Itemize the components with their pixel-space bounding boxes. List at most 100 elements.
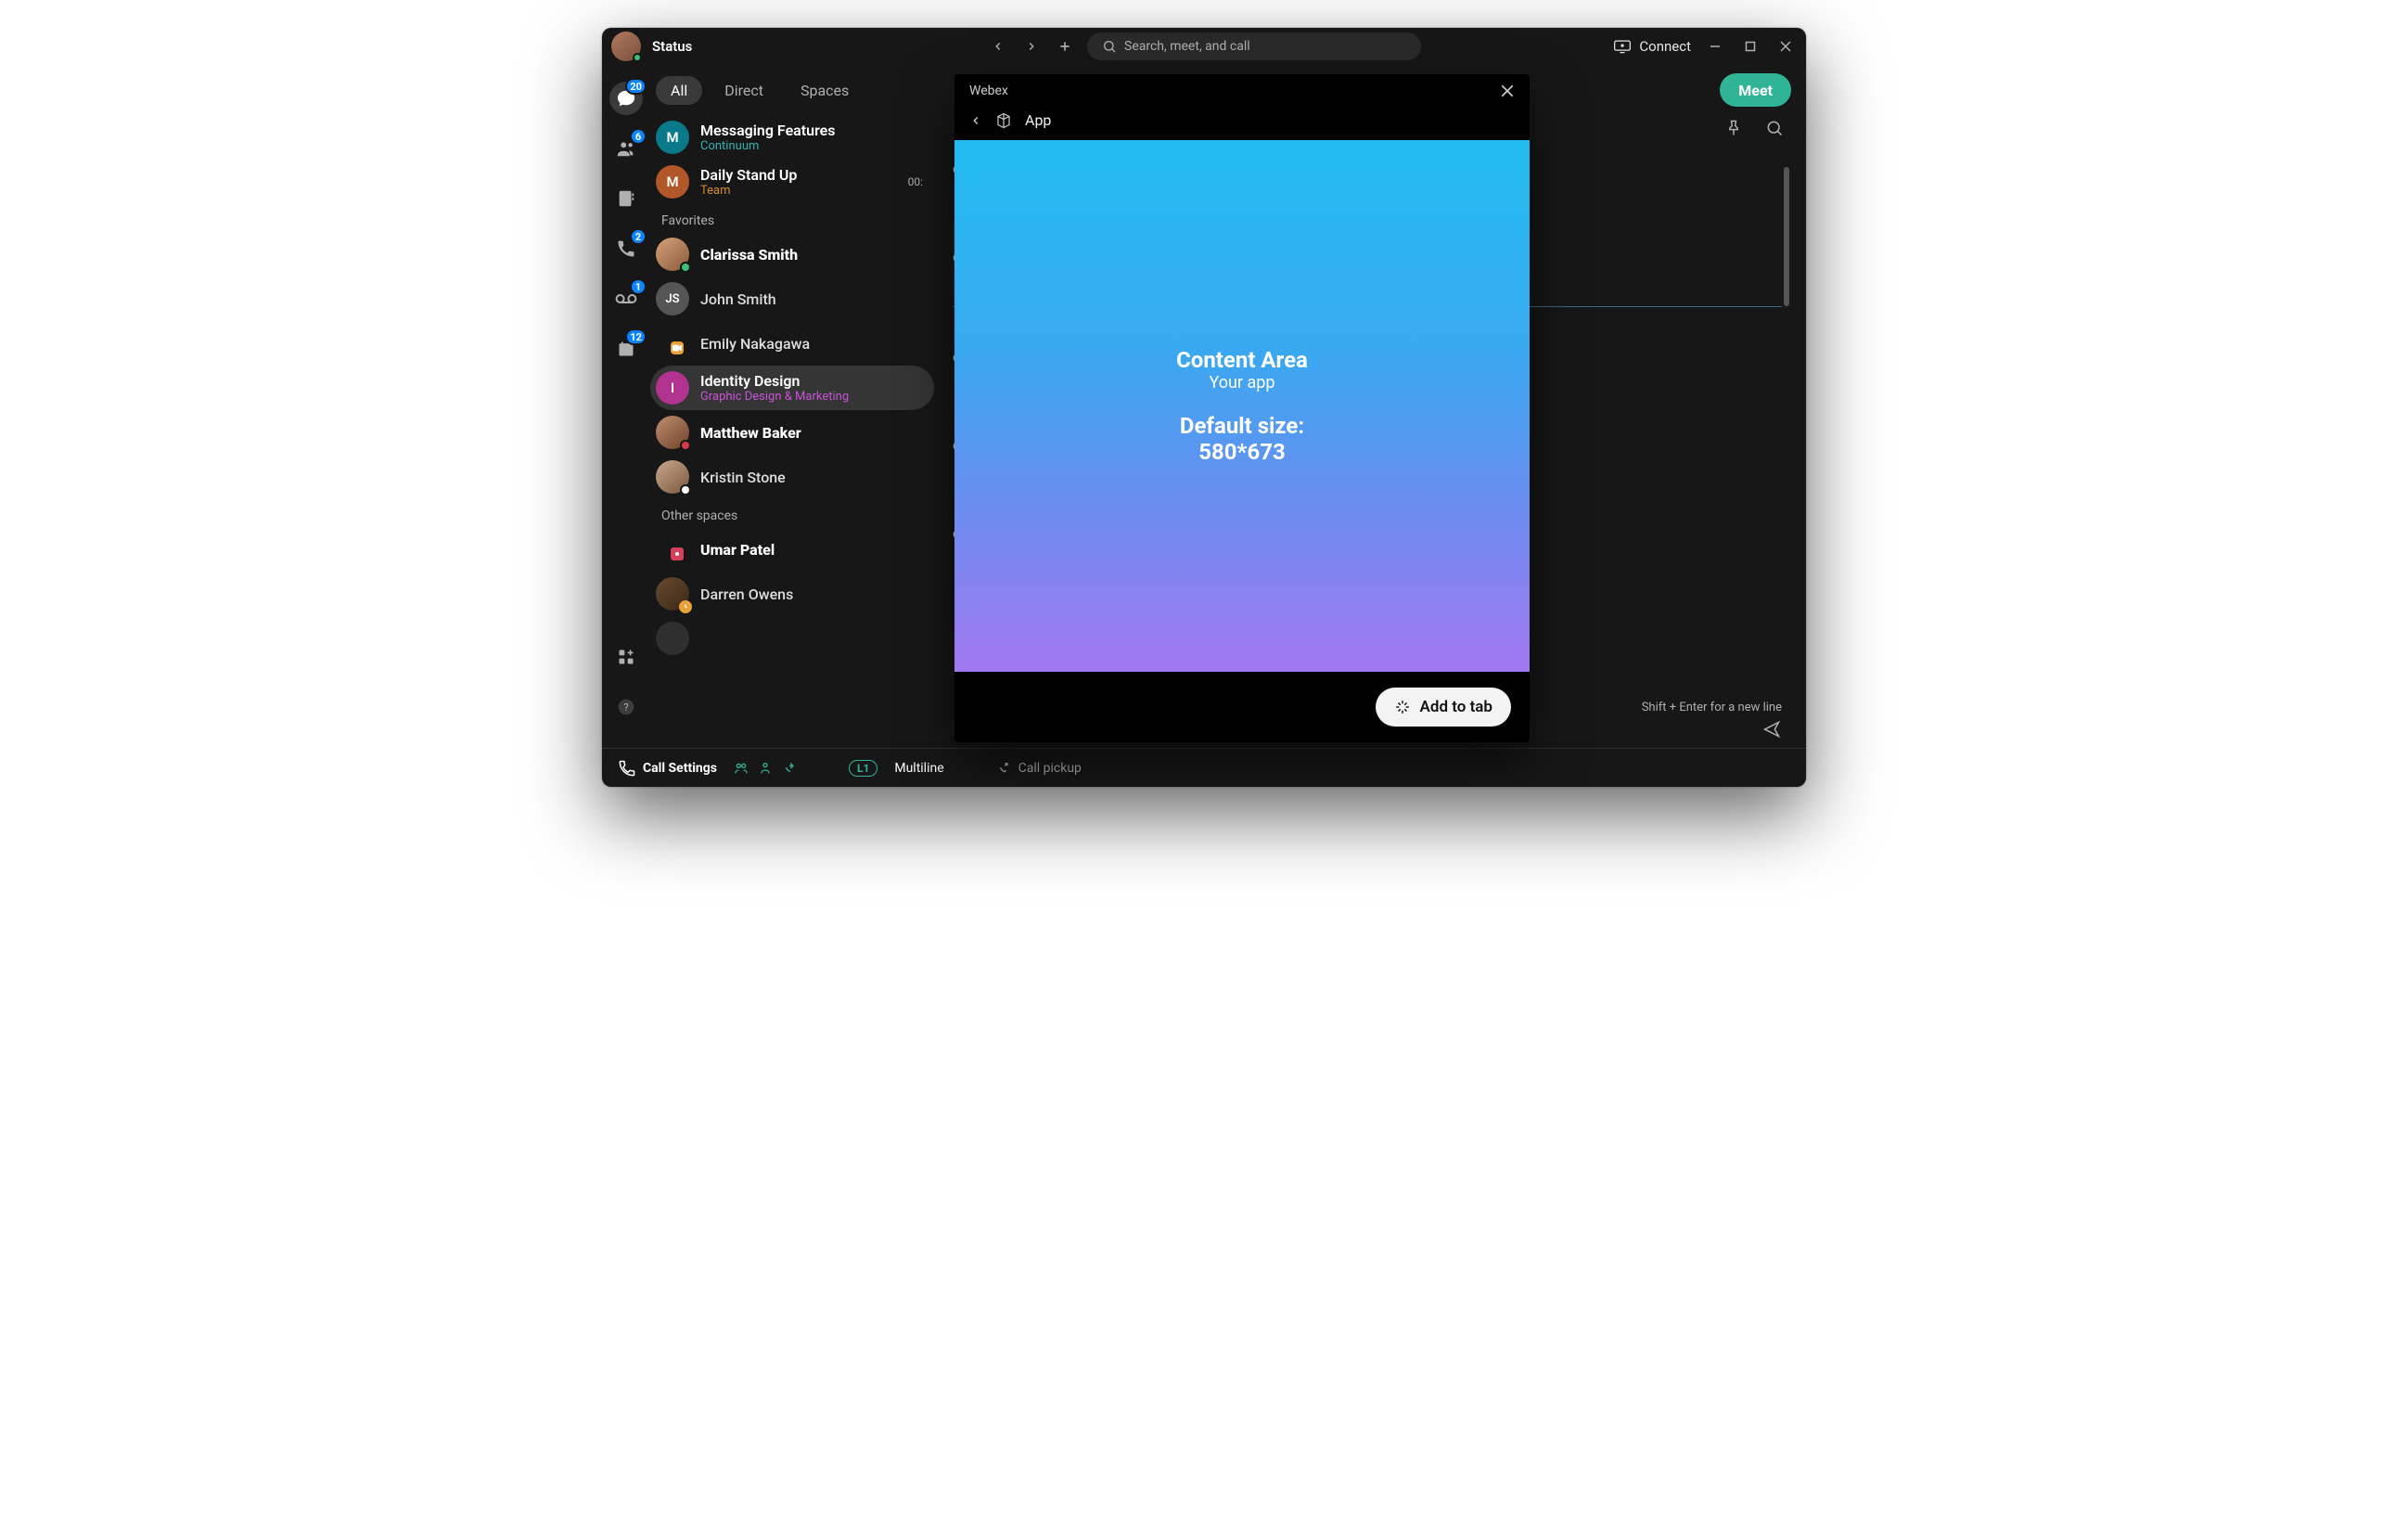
avatar [656, 577, 689, 611]
conversation-list[interactable]: M Messaging Features Continuum M Daily S… [650, 115, 938, 748]
device-icon [1613, 39, 1632, 54]
new-button[interactable] [1054, 35, 1076, 58]
rail-meetings[interactable] [609, 182, 643, 215]
rail-messaging[interactable]: 20 [609, 82, 643, 115]
avatar: JS [656, 282, 689, 315]
item-title: Clarissa Smith [700, 246, 798, 264]
modal-back-button[interactable] [969, 114, 982, 127]
status-bar: Call Settings L1 Multiline Call pickup [602, 748, 1806, 787]
line-indicator[interactable]: L1 [849, 760, 877, 777]
nav-back-button[interactable] [987, 35, 1009, 58]
content-subheading: Your app [1210, 373, 1275, 392]
apps-icon [617, 648, 635, 666]
item-subtitle: Graphic Design & Marketing [700, 390, 849, 404]
modal-title: Webex [969, 84, 1008, 98]
presence-icon [680, 262, 691, 273]
item-title: Emily Nakagawa [700, 335, 810, 353]
rail-contacts[interactable]: 6 [609, 132, 643, 165]
search-input[interactable]: Search, meet, and call [1087, 32, 1421, 60]
tab-all[interactable]: All [656, 76, 702, 105]
away-icon [679, 600, 692, 613]
call-settings-button[interactable]: Call Settings [619, 760, 717, 777]
filter-tabs: All Direct Spaces [650, 65, 938, 115]
avatar [656, 416, 689, 449]
avatar [656, 533, 689, 566]
tab-spaces[interactable]: Spaces [786, 76, 864, 105]
rail-calling[interactable]: 2 [609, 232, 643, 265]
section-other: Other spaces [650, 499, 934, 527]
dnd-icon [680, 440, 691, 451]
connect-button[interactable]: Connect [1613, 38, 1691, 55]
pickup-icon [996, 761, 1011, 776]
list-item[interactable]: Clarissa Smith [650, 232, 934, 277]
list-item[interactable]: Kristin Stone [650, 455, 934, 499]
meet-button[interactable]: Meet [1720, 73, 1791, 107]
nav-rail: 20 6 2 1 12 [602, 65, 650, 748]
rail-calendar-badge: 12 [625, 328, 647, 345]
titlebar: Status Search, meet, and call [602, 28, 1806, 65]
pin-icon[interactable] [1724, 119, 1743, 137]
avatar-initial: M [666, 174, 678, 190]
svg-text:?: ? [623, 701, 628, 714]
call-pickup-button[interactable]: Call pickup [996, 761, 1082, 776]
search-icon [1102, 39, 1117, 54]
phone-gear-icon [619, 760, 635, 777]
avatar [656, 460, 689, 494]
list-item[interactable]: Matthew Baker [650, 410, 934, 455]
list-item-selected[interactable]: I Identity Design Graphic Design & Marke… [650, 366, 934, 410]
avatar [656, 327, 689, 360]
queues-icon[interactable] [734, 761, 749, 776]
call-feature-icons [734, 761, 797, 776]
scrollbar[interactable] [1782, 161, 1791, 588]
avatar: I [656, 371, 689, 405]
rail-voicemail[interactable]: 1 [609, 282, 643, 315]
rail-apps[interactable] [609, 640, 643, 674]
rail-calling-badge: 2 [630, 228, 647, 245]
modal-app-label: App [1025, 111, 1051, 129]
presence-dot [633, 53, 642, 62]
hunt-group-icon[interactable] [758, 761, 773, 776]
avatar-initial: JS [665, 292, 679, 306]
item-title: John Smith [700, 290, 776, 308]
tab-direct[interactable]: Direct [710, 76, 778, 105]
list-item[interactable]: M Daily Stand Up Team 00: [650, 160, 934, 204]
search-in-space-button[interactable] [1765, 119, 1784, 137]
avatar-initial: I [671, 380, 674, 396]
size-value: 580*673 [1198, 439, 1286, 465]
avatar: M [656, 165, 689, 199]
avatar-initial: M [666, 129, 678, 146]
add-to-tab-button[interactable]: Add to tab [1376, 688, 1511, 727]
item-meta: 00: [908, 175, 923, 188]
app-cube-icon [995, 112, 1012, 129]
multiline-label[interactable]: Multiline [894, 761, 943, 776]
list-item[interactable]: Umar Patel [650, 527, 934, 572]
list-item[interactable]: Darren Owens [650, 572, 934, 616]
rail-help[interactable]: ? [609, 690, 643, 724]
list-item[interactable]: JS John Smith [650, 277, 934, 321]
item-title: Daily Stand Up [700, 166, 797, 184]
forward-icon[interactable] [782, 761, 797, 776]
window-close-button[interactable] [1774, 35, 1797, 58]
window-minimize-button[interactable] [1704, 35, 1726, 58]
section-favorites: Favorites [650, 204, 934, 232]
camera-icon [671, 341, 684, 354]
status-label[interactable]: Status [652, 38, 692, 55]
list-item[interactable] [650, 616, 934, 661]
rail-calendar[interactable]: 12 [609, 332, 643, 366]
scrollbar-thumb[interactable] [1784, 167, 1789, 306]
modal-close-button[interactable] [1500, 84, 1515, 98]
list-item[interactable]: M Messaging Features Continuum [650, 115, 934, 160]
rail-messaging-badge: 20 [625, 78, 647, 95]
item-title: Messaging Features [700, 122, 836, 139]
nav-forward-button[interactable] [1020, 35, 1043, 58]
list-item[interactable]: Emily Nakagawa [650, 321, 934, 366]
content-heading: Content Area [1176, 347, 1308, 373]
search-placeholder: Search, meet, and call [1124, 39, 1250, 54]
call-pickup-label: Call pickup [1018, 761, 1082, 776]
add-to-tab-label: Add to tab [1420, 698, 1492, 716]
window-maximize-button[interactable] [1739, 35, 1761, 58]
item-subtitle: Continuum [700, 139, 836, 153]
send-button[interactable] [1761, 720, 1782, 739]
close-icon [1500, 84, 1515, 98]
user-avatar[interactable] [611, 32, 641, 61]
